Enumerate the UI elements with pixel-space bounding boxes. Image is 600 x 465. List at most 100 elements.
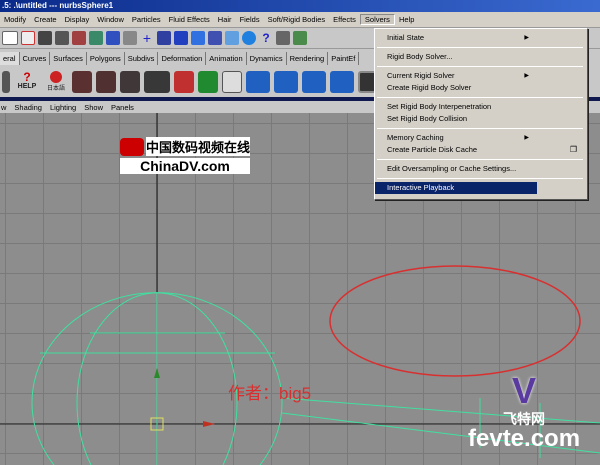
fevte-en-text: fevte.com	[468, 425, 581, 452]
menu-solvers[interactable]: Solvers	[359, 14, 395, 25]
tab-surfaces[interactable]: Surfaces	[50, 51, 87, 65]
tab-polygons[interactable]: Polygons	[87, 51, 125, 65]
shelf-camera-move-icon[interactable]	[96, 70, 116, 93]
menu-item-label: Current Rigid Solver	[387, 71, 455, 80]
shelf-redo-icon[interactable]	[198, 70, 218, 93]
menu-display[interactable]: Display	[61, 15, 94, 24]
new-scene-icon[interactable]	[21, 31, 35, 45]
shelf-camera-zoom-icon[interactable]	[120, 70, 140, 93]
snap-view-icon[interactable]	[191, 31, 205, 45]
menu-item-label: Edit Oversampling or Cache Settings...	[387, 164, 517, 173]
menu-item-label: Interactive Playback	[387, 183, 455, 192]
menu-item-rigid-body-solver[interactable]: Rigid Body Solver...	[375, 51, 581, 63]
tab-animation[interactable]: Animation	[206, 51, 247, 65]
select-component-icon[interactable]	[106, 31, 120, 45]
shelf-camera-dolly-icon[interactable]	[144, 70, 170, 93]
fevte-watermark: V 飞特网 fevte.com	[468, 371, 580, 451]
panel-menu-lighting[interactable]: Lighting	[50, 103, 76, 112]
menu-modify[interactable]: Modify	[0, 15, 30, 24]
menu-item-set-interpenetration[interactable]: Set Rigid Body Interpenetration	[375, 101, 581, 113]
menu-separator	[377, 66, 583, 67]
menu-effects[interactable]: Effects	[329, 15, 360, 24]
menu-item-interactive-playback[interactable]: Interactive Playback	[375, 182, 537, 194]
help-question-icon[interactable]: ?	[259, 31, 273, 45]
panel-menu-panels[interactable]: Panels	[111, 103, 134, 112]
menu-separator	[377, 97, 583, 98]
render-icon[interactable]	[242, 31, 256, 45]
window-title: .5: .\untitled --- nurbsSphere1	[2, 1, 114, 10]
menu-item-create-particle-disk-cache[interactable]: Create Particle Disk Cache ❐	[375, 144, 581, 156]
menu-item-current-rigid-solver[interactable]: Current Rigid Solver ▶	[375, 70, 581, 82]
chinadv-logo-icon	[120, 137, 144, 156]
snap-grid-icon[interactable]: +	[140, 31, 154, 45]
y-axis-arrow-icon	[154, 368, 160, 378]
menu-item-create-rigid-body-solver[interactable]: Create Rigid Body Solver	[375, 82, 581, 94]
shelf-hierarchy-icon-1[interactable]	[246, 70, 270, 93]
menu-window[interactable]: Window	[93, 15, 128, 24]
shelf-hierarchy-icon-4[interactable]	[330, 70, 354, 93]
author-annotation: 作者：big5	[228, 384, 312, 403]
menu-separator	[377, 128, 583, 129]
tab-paint-effects[interactable]: PaintEf	[328, 51, 360, 65]
lock-icon[interactable]	[276, 31, 290, 45]
shelf-undo-icon[interactable]	[174, 70, 194, 93]
menu-help[interactable]: Help	[395, 15, 418, 24]
submenu-arrow-icon: ▶	[524, 73, 529, 79]
fevte-logo-icon: V	[512, 370, 537, 411]
solvers-menu: Initial State ▶ Rigid Body Solver... Curr…	[374, 28, 588, 200]
menu-item-edit-oversampling[interactable]: Edit Oversampling or Cache Settings...	[375, 163, 581, 175]
x-axis-arrow-icon	[203, 421, 215, 427]
menu-soft-rigid-bodies[interactable]: Soft/Rigid Bodies	[264, 15, 330, 24]
menu-item-memory-caching[interactable]: Memory Caching ▶	[375, 132, 581, 144]
tab-deformation[interactable]: Deformation	[158, 51, 207, 65]
shelf-hierarchy-icon-2[interactable]	[274, 70, 298, 93]
menu-hair[interactable]: Hair	[214, 15, 236, 24]
shelf-hierarchy-icon-3[interactable]	[302, 70, 326, 93]
shelf-help-button[interactable]: ? HELP	[14, 71, 40, 93]
mask-icon[interactable]	[123, 31, 137, 45]
open-scene-icon[interactable]	[38, 31, 52, 45]
shelf-camera-rotate-icon[interactable]	[72, 70, 92, 93]
main-menu-bar: Modify Create Display Window Particles F…	[0, 12, 600, 28]
panel-menu-view[interactable]: w	[1, 103, 6, 112]
snap-curve-icon[interactable]	[157, 31, 171, 45]
snap-surface-icon[interactable]	[208, 31, 222, 45]
menu-item-label: Set Rigid Body Collision	[387, 114, 468, 123]
panel-menu-shading[interactable]: Shading	[14, 103, 42, 112]
select-object-icon[interactable]	[89, 31, 103, 45]
tab-rendering[interactable]: Rendering	[287, 51, 329, 65]
menu-item-label: Create Particle Disk Cache	[387, 145, 478, 154]
menu-item-label: Memory Caching	[387, 133, 444, 142]
tab-dynamics[interactable]: Dynamics	[247, 51, 287, 65]
shelf-camera-icon[interactable]	[2, 70, 10, 93]
menu-item-label: Rigid Body Solver...	[387, 52, 453, 61]
submenu-arrow-icon: ▶	[524, 135, 529, 141]
jp-label: 日本語	[46, 85, 65, 92]
option-box-icon[interactable]: ❐	[570, 144, 577, 156]
menu-set-dropdown[interactable]	[2, 31, 18, 45]
save-scene-icon[interactable]	[55, 31, 69, 45]
menu-item-label: Create Rigid Body Solver	[387, 83, 472, 92]
tab-curves[interactable]: Curves	[20, 51, 51, 65]
shelf-object-icon[interactable]	[222, 70, 242, 93]
tab-subdivs[interactable]: Subdivs	[125, 51, 159, 65]
tab-general[interactable]: eral	[0, 51, 20, 65]
ipr-icon[interactable]	[293, 31, 307, 45]
menu-separator	[377, 47, 583, 48]
menu-separator	[377, 178, 583, 179]
menu-particles[interactable]: Particles	[128, 15, 165, 24]
menu-create[interactable]: Create	[30, 15, 61, 24]
menu-separator	[377, 159, 583, 160]
panel-menu-show[interactable]: Show	[84, 103, 103, 112]
light-icon[interactable]	[225, 31, 239, 45]
chinadv-watermark: 中国数码视频在线 ChinaDV.com	[120, 137, 251, 174]
menu-item-label: Initial State	[387, 33, 425, 42]
menu-item-set-collision[interactable]: Set Rigid Body Collision	[375, 113, 581, 125]
menu-item-initial-state[interactable]: Initial State ▶	[375, 32, 581, 44]
menu-fields[interactable]: Fields	[236, 15, 264, 24]
snap-point-icon[interactable]	[174, 31, 188, 45]
menu-fluid-effects[interactable]: Fluid Effects	[165, 15, 214, 24]
chinadv-en-text: ChinaDV.com	[120, 158, 251, 174]
shelf-jp-help-button[interactable]: 日本語	[44, 70, 68, 93]
select-hierarchy-icon[interactable]	[72, 31, 86, 45]
